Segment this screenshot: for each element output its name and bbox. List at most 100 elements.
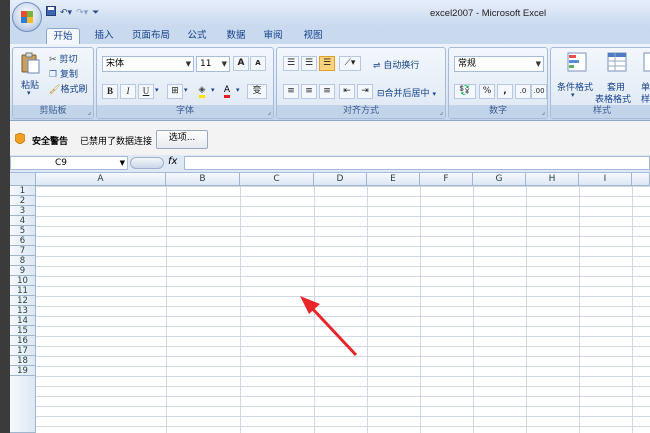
fill-dropdown-icon[interactable]: ▾ [211, 86, 215, 94]
tab-formulas[interactable]: 公式 [182, 28, 212, 44]
paste-icon[interactable] [19, 52, 41, 74]
font-color-button[interactable]: A [219, 84, 235, 99]
fill-color-button[interactable]: ◈ [194, 84, 210, 99]
row-header[interactable]: 1 [10, 186, 36, 196]
customize-toolbar-icon[interactable]: ⏷ [92, 8, 99, 18]
row-header[interactable]: 8 [10, 256, 36, 266]
row-header[interactable]: 2 [10, 196, 36, 206]
row-header[interactable]: 16 [10, 336, 36, 346]
comma-button[interactable]: , [497, 84, 513, 99]
column-header-d[interactable]: D [314, 173, 367, 186]
styles-group-label: 样式 [551, 105, 650, 118]
font-name-select[interactable]: 宋体 ▼ [102, 56, 194, 72]
number-group: 常规 ▼ 💱 % , .0 .00 数字 ⌟ [448, 47, 548, 119]
font-size-select[interactable]: 11 ▼ [196, 56, 230, 72]
column-header-i[interactable]: I [579, 173, 632, 186]
gridline [166, 186, 167, 433]
undo-icon[interactable]: ↶▾ [60, 8, 72, 18]
cell-area[interactable] [36, 186, 650, 433]
conditional-format-icon[interactable] [567, 52, 587, 72]
cell-styles-icon[interactable] [643, 52, 650, 72]
font-color-dropdown-icon[interactable]: ▾ [236, 86, 240, 94]
font-launcher-icon[interactable]: ⌟ [268, 108, 271, 116]
formula-controls [130, 157, 164, 169]
accounting-button[interactable]: 💱 [454, 84, 476, 99]
tab-home[interactable]: 开始 [46, 28, 80, 44]
table-format-label-2[interactable]: 表格格式 [595, 92, 631, 105]
column-header-e[interactable]: E [367, 173, 420, 186]
column-header-a[interactable]: A [36, 173, 166, 186]
paste-dropdown-icon[interactable]: ▾ [27, 89, 31, 97]
increase-decimal-button[interactable]: .0 [515, 84, 531, 99]
name-box[interactable]: C9 ▼ [10, 156, 128, 170]
tab-view[interactable]: 视图 [298, 28, 328, 44]
underline-dropdown-icon[interactable]: ▾ [155, 86, 159, 94]
shrink-font-button[interactable]: A [250, 56, 266, 71]
redo-icon[interactable]: ↷▾ [76, 8, 88, 18]
merge-center-button[interactable]: ⊟合并后居中 ▾ [377, 86, 436, 99]
orientation-button[interactable]: ⟋▾ [339, 56, 361, 71]
align-left-button[interactable]: ≡ [283, 84, 299, 99]
row-header[interactable]: 18 [10, 356, 36, 366]
copy-button[interactable]: ❐ 复制 [49, 67, 78, 80]
tab-insert[interactable]: 插入 [88, 28, 120, 44]
alignment-launcher-icon[interactable]: ⌟ [440, 108, 443, 116]
tab-data[interactable]: 数据 [220, 28, 252, 44]
table-format-icon[interactable] [607, 52, 627, 72]
conditional-dropdown-icon[interactable]: ▾ [571, 91, 575, 99]
column-header-g[interactable]: G [473, 173, 526, 186]
borders-dropdown-icon[interactable]: ▾ [184, 86, 188, 94]
align-top-button[interactable]: ☰ [283, 56, 299, 71]
number-launcher-icon[interactable]: ⌟ [542, 108, 545, 116]
save-icon[interactable] [46, 6, 56, 19]
grow-font-button[interactable]: A [233, 56, 249, 71]
decrease-indent-button[interactable]: ⇤ [339, 84, 355, 99]
column-header-h[interactable]: H [526, 173, 579, 186]
row-header[interactable]: 3 [10, 206, 36, 216]
align-middle-button[interactable]: ☰ [301, 56, 317, 71]
align-right-button[interactable]: ≡ [319, 84, 335, 99]
options-button[interactable]: 选项... [156, 130, 208, 149]
bold-button[interactable]: B [102, 84, 118, 99]
cut-button[interactable]: ✂ 剪切 [49, 52, 77, 65]
percent-button[interactable]: % [479, 84, 495, 99]
column-header-c[interactable]: C [240, 173, 314, 186]
italic-button[interactable]: I [120, 84, 136, 99]
decrease-decimal-button[interactable]: .00 [531, 84, 547, 99]
cell-styles-label-2[interactable]: 样式 [641, 92, 650, 105]
underline-button[interactable]: U [138, 84, 154, 99]
column-header-f[interactable]: F [420, 173, 473, 186]
clipboard-launcher-icon[interactable]: ⌟ [88, 108, 91, 116]
wrap-text-button[interactable]: ⇌ 自动换行 [373, 58, 419, 71]
insert-function-icon[interactable]: fx [168, 156, 177, 167]
row-header[interactable]: 19 [10, 366, 36, 376]
row-header[interactable]: 14 [10, 316, 36, 326]
phonetic-button[interactable]: 变 [247, 84, 267, 99]
office-button[interactable] [12, 2, 42, 32]
select-all-button[interactable] [10, 173, 36, 186]
formula-input[interactable] [184, 156, 650, 170]
row-header[interactable]: 9 [10, 266, 36, 276]
increase-indent-button[interactable]: ⇥ [357, 84, 373, 99]
spreadsheet-grid[interactable]: A B C D E F G H I 1 2 3 4 5 6 7 8 9 10 1… [10, 173, 650, 433]
row-header[interactable]: 6 [10, 236, 36, 246]
row-header[interactable]: 10 [10, 276, 36, 286]
column-header-b[interactable]: B [166, 173, 240, 186]
borders-button[interactable]: ⊞ [167, 84, 183, 99]
row-header[interactable]: 17 [10, 346, 36, 356]
number-format-select[interactable]: 常规 ▼ [454, 56, 544, 72]
format-painter-button[interactable]: 🖌格式刷 [49, 82, 87, 95]
row-header[interactable]: 7 [10, 246, 36, 256]
column-header-j[interactable] [632, 173, 650, 186]
row-header[interactable]: 5 [10, 226, 36, 236]
tab-page-layout[interactable]: 页面布局 [126, 28, 176, 44]
row-header[interactable]: 12 [10, 296, 36, 306]
row-header[interactable]: 13 [10, 306, 36, 316]
align-center-button[interactable]: ≡ [301, 84, 317, 99]
conditional-format-label[interactable]: 条件格式 [557, 80, 593, 93]
align-bottom-button[interactable]: ☰ [319, 56, 335, 71]
row-header[interactable]: 4 [10, 216, 36, 226]
tab-review[interactable]: 审阅 [258, 28, 288, 44]
row-header[interactable]: 15 [10, 326, 36, 336]
row-header[interactable]: 11 [10, 286, 36, 296]
